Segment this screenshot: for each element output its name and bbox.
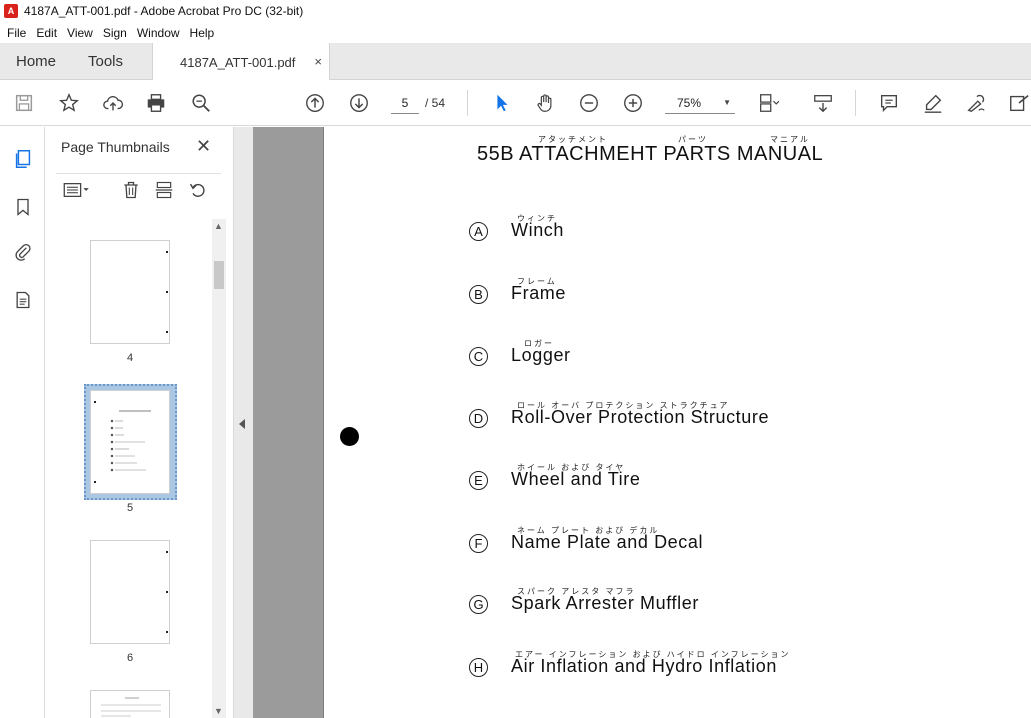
select-cursor-icon[interactable] <box>490 91 514 115</box>
delete-page-icon[interactable] <box>120 179 142 201</box>
entry-letter: D <box>469 409 488 428</box>
thumbnail-page-5[interactable] <box>90 390 170 494</box>
thumbnail-scrollbar[interactable]: ▲ ▼ <box>212 219 226 718</box>
thumbnail-tools <box>56 173 221 205</box>
tab-document-label: 4187A_ATT-001.pdf <box>180 54 296 70</box>
thumbnail-mark <box>166 251 168 253</box>
window-title: 4187A_ATT-001.pdf - Adobe Acrobat Pro DC… <box>24 4 304 18</box>
entry-text: Winch <box>511 220 565 240</box>
entry-letter: B <box>469 285 488 304</box>
close-panel-button[interactable]: ✕ <box>196 136 211 157</box>
content-icon[interactable] <box>11 288 35 312</box>
zoom-out-icon[interactable] <box>577 91 601 115</box>
fill-sign-icon[interactable] <box>964 91 988 115</box>
hand-tool-icon[interactable] <box>533 91 557 115</box>
menu-sign[interactable]: Sign <box>98 26 132 40</box>
bookmark-icon[interactable] <box>11 195 35 219</box>
zoom-dropdown[interactable]: 75% ▼ <box>665 92 735 114</box>
options-menu-icon[interactable] <box>60 179 94 201</box>
menu-window[interactable]: Window <box>132 26 185 40</box>
thumbnail-page-5-preview <box>94 401 151 483</box>
entry-text: Wheel and Tire <box>511 469 641 489</box>
entry-letter: H <box>469 658 488 677</box>
highlight-pen-icon[interactable] <box>921 91 945 115</box>
scroll-thumb[interactable] <box>214 261 224 289</box>
entry-text: Spark Arrester Muffler <box>511 593 699 613</box>
previous-page-icon[interactable] <box>303 91 327 115</box>
entry-letter: G <box>469 595 488 614</box>
star-icon[interactable] <box>57 91 81 115</box>
print-icon[interactable] <box>144 91 168 115</box>
next-page-icon[interactable] <box>347 91 371 115</box>
zoom-search-icon[interactable] <box>189 91 213 115</box>
attachment-icon[interactable] <box>11 240 35 264</box>
pdf-page: アタッチメント パーツ マニアル 55B ATTACHMEHT PARTS MA… <box>323 127 1031 718</box>
current-page-input[interactable]: 5 <box>391 92 419 114</box>
entry-text: Air Inflation and Hydro Inflation <box>511 656 777 676</box>
entry-text: Name Plate and Decal <box>511 532 704 552</box>
entry-text: Roll-Over Protection Structure <box>511 407 770 427</box>
total-pages: / 54 <box>425 96 446 110</box>
tab-home[interactable]: Home <box>16 43 56 80</box>
menu-edit[interactable]: Edit <box>31 26 62 40</box>
more-tools-icon[interactable] <box>1007 91 1031 115</box>
upload-cloud-icon[interactable] <box>101 91 125 115</box>
menu-help[interactable]: Help <box>185 26 220 40</box>
toolbar-separator <box>467 90 468 116</box>
navigation-rail <box>0 127 45 718</box>
thumbnail-mark <box>166 551 168 553</box>
acrobat-logo-icon: A <box>4 4 18 18</box>
entry-letter: F <box>469 534 488 553</box>
close-tab-button[interactable]: × <box>314 54 322 69</box>
scroll-mode-icon[interactable] <box>811 91 835 115</box>
thumbnail-mark <box>166 291 168 293</box>
entry-letter: E <box>469 471 488 490</box>
scroll-down-icon[interactable]: ▼ <box>214 706 223 716</box>
thumbnail-mark <box>166 331 168 333</box>
zoom-in-icon[interactable] <box>621 91 645 115</box>
entry-text: Frame <box>511 283 567 303</box>
chevron-down-icon: ▼ <box>723 98 731 107</box>
entry-text: Logger <box>511 345 571 365</box>
thumbnail-page-6[interactable] <box>90 540 170 644</box>
thumbnail-page-7-preview <box>101 697 161 717</box>
panel-title: Page Thumbnails <box>61 139 170 155</box>
menu-file[interactable]: File <box>2 26 31 40</box>
panel-collapse-handle[interactable] <box>234 127 253 718</box>
insert-page-icon[interactable] <box>153 179 175 201</box>
title-bar: A 4187A_ATT-001.pdf - Adobe Acrobat Pro … <box>0 0 1031 22</box>
thumbnail-label-5: 5 <box>126 502 134 514</box>
tab-bar: Home Tools 4187A_ATT-001.pdf × <box>0 43 1031 81</box>
thumbnail-mark <box>166 591 168 593</box>
save-icon[interactable] <box>12 91 36 115</box>
entry-letter: C <box>469 347 488 366</box>
hole-punch-mark <box>340 427 359 446</box>
scroll-up-icon[interactable]: ▲ <box>214 221 223 231</box>
menu-view[interactable]: View <box>62 26 98 40</box>
thumbnail-label-6: 6 <box>126 652 134 664</box>
tab-document[interactable]: 4187A_ATT-001.pdf × <box>152 43 330 81</box>
thumbnail-page-7[interactable] <box>90 690 170 718</box>
comment-icon[interactable] <box>877 91 901 115</box>
menu-bar: File Edit View Sign Window Help <box>0 22 1031 43</box>
thumbnail-label-4: 4 <box>126 352 134 364</box>
thumbnail-page-4[interactable] <box>90 240 170 344</box>
toolbar-separator <box>855 90 856 116</box>
page-display-icon[interactable] <box>756 91 780 115</box>
page-thumbnails-icon[interactable] <box>11 147 35 171</box>
rotate-page-icon[interactable] <box>187 179 209 201</box>
zoom-value: 75% <box>677 95 702 110</box>
tab-tools[interactable]: Tools <box>88 43 123 80</box>
collapse-arrow-icon <box>239 419 245 429</box>
entry-letter: A <box>469 222 488 241</box>
document-heading: 55B ATTACHMEHT PARTS MANUAL <box>477 143 824 165</box>
thumbnail-mark <box>166 631 168 633</box>
toolbar <box>0 80 1031 126</box>
